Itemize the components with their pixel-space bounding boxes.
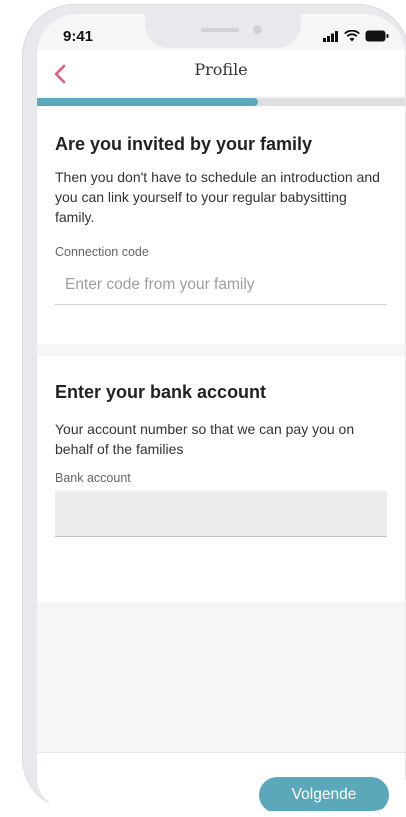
battery-icon	[365, 30, 389, 42]
phone-notch	[145, 14, 301, 48]
app-header: Profile	[37, 50, 405, 96]
app-screen: 9:41 Profile Are you invited by your fam…	[37, 14, 405, 811]
bank-account-input[interactable]	[55, 491, 387, 537]
invite-heading: Are you invited by your family	[55, 134, 313, 154]
wifi-icon	[344, 30, 360, 42]
connection-code-input[interactable]	[55, 265, 387, 305]
bank-account-label: Bank account	[55, 471, 131, 485]
signal-icon	[323, 30, 338, 42]
footer-bar: Volgende	[37, 752, 405, 811]
bank-section: Enter your bank account Your account num…	[37, 356, 405, 602]
status-time: 9:41	[63, 28, 94, 45]
camera-icon	[253, 25, 262, 34]
bank-description: Your account number so that we can pay y…	[55, 421, 355, 457]
connection-code-label: Connection code	[55, 245, 149, 259]
page-title: Profile	[194, 60, 248, 79]
bank-heading: Enter your bank account	[55, 382, 267, 402]
status-icons	[323, 30, 389, 42]
invite-description: Then you don't have to schedule an intro…	[55, 169, 380, 225]
invite-section: Are you invited by your family Then you …	[37, 106, 405, 344]
next-button[interactable]: Volgende	[259, 777, 389, 811]
progress-bar-fill	[37, 98, 258, 106]
progress-bar	[37, 98, 405, 106]
speaker-icon	[201, 28, 239, 32]
